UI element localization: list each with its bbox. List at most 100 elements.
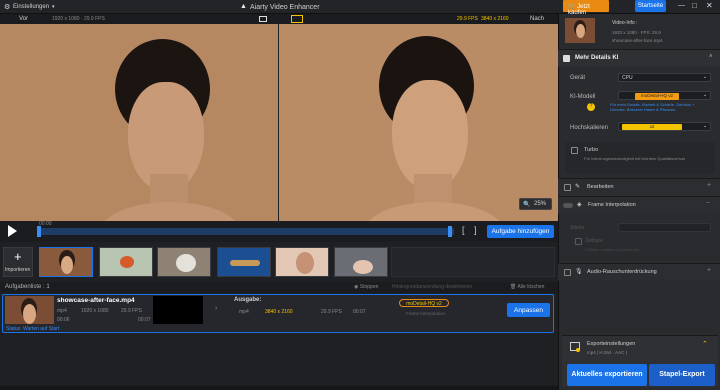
mark-out-icon[interactable]: ] [474,225,477,235]
batch-export-button[interactable]: Stapel-Export [649,364,715,386]
turbo-checkbox[interactable] [571,147,578,154]
thumbnail-4[interactable] [217,247,271,277]
turbo-description: Für Inferenzgeschwindigkeit mit leichtem… [584,156,685,161]
compare-header: Vor 1920 x 1080 · 29.9 FPS 29.9 FPS 3840… [0,14,558,24]
export-warning-dot [576,348,580,352]
export-format: mp4 | H.264 · AAC | [587,350,627,355]
thumbnail-6[interactable] [334,247,388,277]
upscale-label: Hochskalieren [570,125,609,131]
stop-button[interactable]: ◉ Stoppen [354,284,378,290]
adjust-button[interactable]: Anpassen [507,303,550,317]
zoom-control[interactable]: 🔍 25% [519,198,552,210]
frame-minus-icon[interactable]: − [706,200,710,207]
import-button[interactable]: + Importieren [3,247,33,277]
help-icon[interactable]: ? [587,103,595,111]
stretch-select[interactable] [618,223,711,232]
chevron-right-icon: › [215,305,218,312]
play-icon[interactable] [8,225,17,237]
minimize-icon[interactable]: — [678,2,685,9]
edit-plus-icon[interactable]: + [707,182,711,189]
slowmo-checkbox[interactable] [575,238,582,245]
background-hint: Hintergrundanwendung deaktivieren [392,284,473,290]
slowmo-label: Zeitlupe [585,238,603,244]
ai-section-title: Mehr Details KI [575,55,619,61]
model-select[interactable]: moDetail-HQ v2 ⌄ [618,91,711,100]
thumbnail-5[interactable] [275,247,329,277]
after-res: 3840 x 2160 [481,16,509,22]
device-select[interactable]: CPU ⌄ [618,73,711,82]
task-filename: showcase-after-face.mp4 [57,297,135,304]
device-label: Gerät [570,75,586,81]
audio-checkbox[interactable] [564,269,571,276]
frame-toggle[interactable] [563,203,573,208]
upscale-value: x2 [622,124,682,130]
microphone-icon: 🎙 [575,269,583,275]
chevron-up-icon[interactable]: ˄ [709,54,713,60]
model-chevron-icon: ⌄ [703,92,708,98]
output-label: Ausgabe: [234,297,262,303]
task-frame-badge: Frame Interpolation [406,311,446,316]
turbo-box: Turbo Für Inferenzgeschwindigkeit mit le… [565,142,715,174]
ai-checkbox-icon[interactable] [563,55,570,62]
before-label: Vor [19,16,29,22]
thumbnail-1[interactable] [39,247,93,277]
device-chevron-icon: ⌄ [703,74,708,80]
section-edit[interactable]: ✎ Bearbeiten + [558,178,720,196]
device-value: CPU [622,75,633,81]
timeline-track[interactable] [38,228,454,235]
gear-icon[interactable]: ⚙ [4,3,10,11]
export-current-button[interactable]: Aktuelles exportieren [567,364,647,386]
upscale-select[interactable]: x2 ⌄ [618,122,711,131]
task-status: Status: Warten auf Start [6,326,60,332]
export-settings-label[interactable]: Exporteinstellungen [587,341,635,347]
thumbnail-2[interactable] [99,247,153,277]
stop-label: Stoppen [359,284,379,290]
section-audio[interactable]: 🎙 Audio-Rauschunterdrückung + [558,263,720,281]
title-bar: ⚙ Einstellungen ▾ ▲ Aiarty Video Enhance… [0,0,720,16]
output-resolution: 3840 x 2160 [265,309,293,315]
chevron-down-icon[interactable]: ▾ [52,4,55,10]
import-label: Importieren [5,267,31,273]
slowmo-description: Zeitlupe erstellen (Videolänge) [585,247,640,252]
frame-icon: ◈ [577,202,582,208]
model-description: Für mehr Details, Klarheit & Schärfe. De… [610,102,695,112]
buy-button[interactable]: 🛒 Jetzt kaufen [563,0,609,16]
audio-plus-icon[interactable]: + [707,267,711,274]
side-by-side-icon[interactable] [291,15,303,23]
edit-checkbox[interactable] [564,184,571,191]
video-after [279,24,558,221]
maximize-icon[interactable]: □ [692,1,697,10]
clear-all-button[interactable]: 🗑 Alle löschen [510,284,544,290]
before-meta: 1920 x 1080 · 29.9 FPS [52,16,105,22]
thumbnail-3[interactable] [157,247,211,277]
app-title: Aiarty Video Enhancer [250,4,320,11]
output-fps: 29.9 FPS [321,309,342,315]
video-before [0,24,278,221]
mark-in-icon[interactable]: [ [462,225,465,235]
home-button[interactable]: Startseite [635,0,666,12]
section-ai[interactable]: Mehr Details KI ˄ [558,49,720,67]
trim-end-handle[interactable] [448,226,452,237]
plus-icon: + [14,249,22,264]
task-preview [153,296,203,324]
stretch-label: Stärke [570,225,585,231]
info-resolution: 1920 x 1080 · FPS: 29.9 [612,30,661,35]
clear-all-label: Alle löschen [517,284,545,290]
section-frame[interactable]: ◈ Frame Interpolation − [558,196,720,214]
audio-title: Audio-Rauschunterdrückung [587,269,657,275]
close-icon[interactable]: ✕ [706,1,713,10]
settings-menu[interactable]: Einstellungen [13,4,49,10]
task-resolution: 1920 x 1080 [81,308,109,314]
task-thumbnail [5,296,54,324]
task-duration: 00:06 [57,317,70,323]
task-model-badge: moDetail-HQ v2 [399,299,449,307]
thumbnail-empty-slot [391,247,555,277]
upscale-chevron-icon: ⌄ [703,123,708,129]
trim-start-handle[interactable] [37,226,41,237]
task-fps: 29.9 FPS [121,308,142,314]
expand-icon[interactable]: ⌃ [702,340,708,348]
turbo-label: Turbo [584,147,599,153]
split-view-icon[interactable] [259,16,267,22]
task-card[interactable]: showcase-after-face.mp4 mp4 1920 x 1080 … [2,294,554,333]
add-task-button[interactable]: Aufgabe hinzufügen [487,225,554,238]
